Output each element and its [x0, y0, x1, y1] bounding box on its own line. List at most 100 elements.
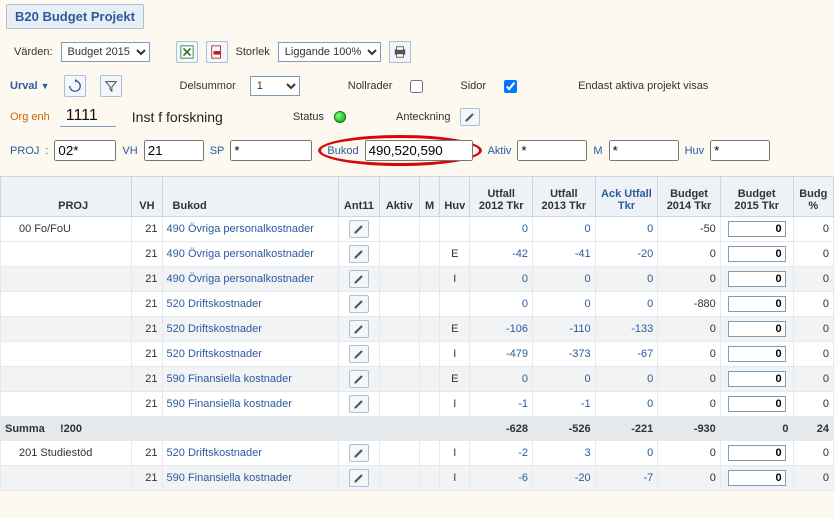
nollrader-checkbox[interactable]	[410, 80, 423, 93]
anteckning-edit-button[interactable]	[460, 108, 480, 126]
cell-vh: 21	[132, 267, 162, 292]
bukod-link[interactable]: 520 Driftskostnader	[167, 323, 262, 335]
cell-proj	[1, 392, 132, 417]
urval-dropdown[interactable]: Urval ▼	[10, 80, 50, 92]
cell-ack: 0	[595, 392, 658, 417]
cell-aktiv	[379, 441, 419, 466]
cell-huv: I	[440, 267, 470, 292]
sum-b15: 0	[720, 417, 793, 441]
table-row: 21490 Övriga personalkostnaderI00000	[1, 267, 834, 292]
cell-pct: 0	[793, 342, 834, 367]
col-ant11[interactable]: Ant11	[339, 177, 379, 217]
cell-aktiv	[379, 392, 419, 417]
toolbar-row-1: Värden: Budget 2015 Storlek Liggande 100…	[0, 39, 834, 71]
cell-proj	[1, 367, 132, 392]
cell-m	[419, 342, 439, 367]
cell-u12: -1	[470, 392, 533, 417]
vh-filter-input[interactable]	[144, 140, 204, 161]
bukod-link[interactable]: 590 Finansiella kostnader	[167, 398, 292, 410]
bukod-link[interactable]: 590 Finansiella kostnader	[167, 472, 292, 484]
cell-u12: -42	[470, 242, 533, 267]
pdf-icon[interactable]	[206, 41, 228, 63]
cell-proj	[1, 342, 132, 367]
budget2015-input[interactable]	[728, 346, 786, 362]
bukod-link[interactable]: 520 Driftskostnader	[167, 447, 262, 459]
nollrader-label: Nollrader	[348, 80, 393, 92]
cell-vh: 21	[132, 242, 162, 267]
status-indicator-icon	[334, 111, 346, 123]
aktiv-filter-input[interactable]	[517, 140, 587, 161]
anteckning-label: Anteckning	[396, 111, 450, 123]
col-budgpct[interactable]: Budg %	[793, 177, 834, 217]
bukod-link[interactable]: 520 Driftskostnader	[167, 298, 262, 310]
sp-filter-input[interactable]	[230, 140, 312, 161]
orgenh-value[interactable]: 1111	[60, 107, 116, 127]
m-filter-input[interactable]	[609, 140, 679, 161]
delsummor-select[interactable]: 1	[250, 76, 300, 96]
cell-vh: 21	[132, 466, 162, 491]
col-budget2014[interactable]: Budget 2014 Tkr	[658, 177, 721, 217]
col-bukod[interactable]: Bukod	[162, 177, 339, 217]
cell-m	[419, 217, 439, 242]
huv-filter-input[interactable]	[710, 140, 770, 161]
budget2015-input[interactable]	[728, 321, 786, 337]
cell-aktiv	[379, 367, 419, 392]
edit-row-button[interactable]	[349, 270, 369, 288]
bukod-link[interactable]: 490 Övriga personalkostnader	[167, 248, 314, 260]
bukod-link[interactable]: 490 Övriga personalkostnader	[167, 223, 314, 235]
cell-ant11	[339, 441, 379, 466]
budget2015-input[interactable]	[728, 396, 786, 412]
col-utfall2013[interactable]: Utfall 2013 Tkr	[533, 177, 596, 217]
cell-proj: 00 Fo/FoU	[1, 217, 132, 242]
cell-huv: I	[440, 466, 470, 491]
budget2015-input[interactable]	[728, 271, 786, 287]
col-proj[interactable]: PROJ	[1, 177, 132, 217]
budget2015-input[interactable]	[728, 470, 786, 486]
sum-label: Summa !200	[1, 417, 132, 441]
edit-row-button[interactable]	[349, 370, 369, 388]
cell-b15	[720, 292, 793, 317]
col-budget2015[interactable]: Budget 2015 Tkr	[720, 177, 793, 217]
budget2015-input[interactable]	[728, 221, 786, 237]
cell-huv: E	[440, 367, 470, 392]
filter-icon[interactable]	[100, 75, 122, 97]
edit-row-button[interactable]	[349, 395, 369, 413]
edit-row-button[interactable]	[349, 444, 369, 462]
bukod-link[interactable]: 520 Driftskostnader	[167, 348, 262, 360]
bukod-link[interactable]: 590 Finansiella kostnader	[167, 373, 292, 385]
budget2015-input[interactable]	[728, 445, 786, 461]
varden-select[interactable]: Budget 2015	[61, 42, 150, 62]
col-aktiv[interactable]: Aktiv	[379, 177, 419, 217]
edit-row-button[interactable]	[349, 295, 369, 313]
edit-row-button[interactable]	[349, 345, 369, 363]
edit-row-button[interactable]	[349, 320, 369, 338]
excel-icon[interactable]	[176, 41, 198, 63]
budget2015-input[interactable]	[728, 371, 786, 387]
table-row: 21590 Finansiella kostnaderI-1-1000	[1, 392, 834, 417]
cell-huv: I	[440, 392, 470, 417]
cell-proj	[1, 466, 132, 491]
cell-pct: 0	[793, 242, 834, 267]
sidor-checkbox[interactable]	[504, 80, 517, 93]
proj-filter-input[interactable]	[54, 140, 116, 161]
budget2015-input[interactable]	[728, 246, 786, 262]
edit-row-button[interactable]	[349, 220, 369, 238]
bukod-filter-input[interactable]	[365, 140, 473, 161]
col-utfall2012[interactable]: Utfall 2012 Tkr	[470, 177, 533, 217]
col-huv[interactable]: Huv	[440, 177, 470, 217]
print-icon[interactable]	[389, 41, 411, 63]
col-m[interactable]: M	[419, 177, 439, 217]
storlek-select[interactable]: Liggande 100%	[278, 42, 381, 62]
cell-b14: 0	[658, 392, 721, 417]
col-ack[interactable]: Ack Utfall Tkr	[595, 177, 658, 217]
col-vh[interactable]: VH	[132, 177, 162, 217]
sum-u13: -526	[533, 417, 596, 441]
cell-b14: 0	[658, 367, 721, 392]
refresh-icon[interactable]	[64, 75, 86, 97]
bukod-link[interactable]: 490 Övriga personalkostnader	[167, 273, 314, 285]
edit-row-button[interactable]	[349, 245, 369, 263]
budget2015-input[interactable]	[728, 296, 786, 312]
cell-proj	[1, 292, 132, 317]
cell-pct: 0	[793, 441, 834, 466]
edit-row-button[interactable]	[349, 469, 369, 487]
